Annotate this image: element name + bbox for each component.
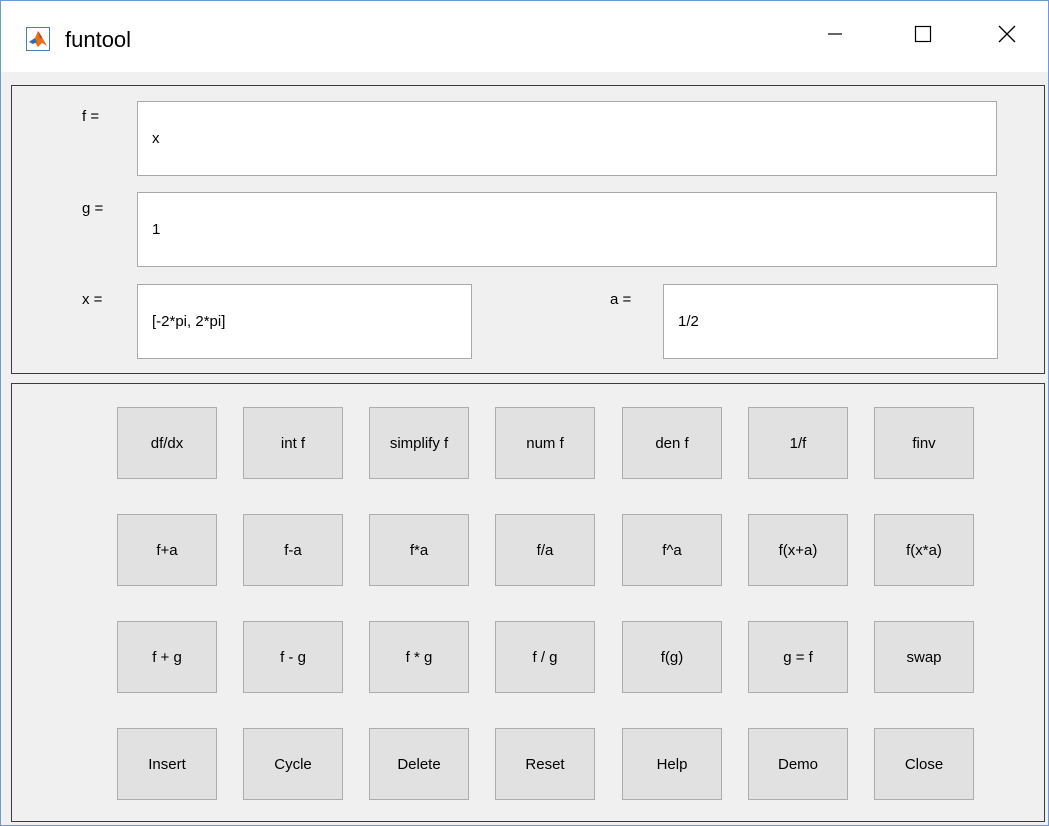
f-times-a-button[interactable]: f*a bbox=[369, 514, 469, 586]
minimize-icon bbox=[827, 26, 843, 47]
x-label: x = bbox=[82, 291, 103, 308]
reset-button[interactable]: Reset bbox=[495, 728, 595, 800]
finv-button[interactable]: finv bbox=[874, 407, 974, 479]
f-minus-g-button[interactable]: f - g bbox=[243, 621, 343, 693]
title-bar[interactable]: funtool bbox=[1, 1, 1048, 72]
matlab-icon bbox=[26, 27, 50, 51]
g-equals-f-button[interactable]: g = f bbox=[748, 621, 848, 693]
simplify-f-button[interactable]: simplify f bbox=[369, 407, 469, 479]
function-input-panel: f = g = x = a = bbox=[11, 85, 1045, 374]
num-f-button[interactable]: num f bbox=[495, 407, 595, 479]
f-field[interactable] bbox=[137, 101, 997, 176]
f-times-g-button[interactable]: f * g bbox=[369, 621, 469, 693]
g-label: g = bbox=[82, 200, 104, 217]
funtool-window: funtool f = g = x = a = df/dx int bbox=[0, 0, 1049, 826]
df-dx-button[interactable]: df/dx bbox=[117, 407, 217, 479]
close-button[interactable]: Close bbox=[874, 728, 974, 800]
f-scale-x-button[interactable]: f(x*a) bbox=[874, 514, 974, 586]
f-pow-a-button[interactable]: f^a bbox=[622, 514, 722, 586]
maximize-icon bbox=[914, 25, 932, 48]
minimize-button[interactable] bbox=[794, 1, 876, 72]
f-shift-x-button[interactable]: f(x+a) bbox=[748, 514, 848, 586]
f-div-g-button[interactable]: f / g bbox=[495, 621, 595, 693]
int-f-button[interactable]: int f bbox=[243, 407, 343, 479]
den-f-button[interactable]: den f bbox=[622, 407, 722, 479]
swap-button[interactable]: swap bbox=[874, 621, 974, 693]
f-of-g-button[interactable]: f(g) bbox=[622, 621, 722, 693]
f-minus-a-button[interactable]: f-a bbox=[243, 514, 343, 586]
operations-panel: df/dx int f simplify f num f den f 1/f f… bbox=[11, 383, 1045, 822]
window-title: funtool bbox=[65, 27, 132, 52]
reciprocal-f-button[interactable]: 1/f bbox=[748, 407, 848, 479]
g-field[interactable] bbox=[137, 192, 997, 267]
demo-button[interactable]: Demo bbox=[748, 728, 848, 800]
x-range-field[interactable] bbox=[137, 284, 472, 359]
f-label: f = bbox=[82, 108, 100, 125]
insert-button[interactable]: Insert bbox=[117, 728, 217, 800]
delete-button[interactable]: Delete bbox=[369, 728, 469, 800]
a-label: a = bbox=[610, 291, 632, 308]
f-plus-g-button[interactable]: f + g bbox=[117, 621, 217, 693]
close-window-button[interactable] bbox=[966, 1, 1048, 72]
maximize-button[interactable] bbox=[882, 1, 964, 72]
help-button[interactable]: Help bbox=[622, 728, 722, 800]
close-icon bbox=[997, 24, 1017, 49]
cycle-button[interactable]: Cycle bbox=[243, 728, 343, 800]
a-field[interactable] bbox=[663, 284, 998, 359]
f-div-a-button[interactable]: f/a bbox=[495, 514, 595, 586]
f-plus-a-button[interactable]: f+a bbox=[117, 514, 217, 586]
